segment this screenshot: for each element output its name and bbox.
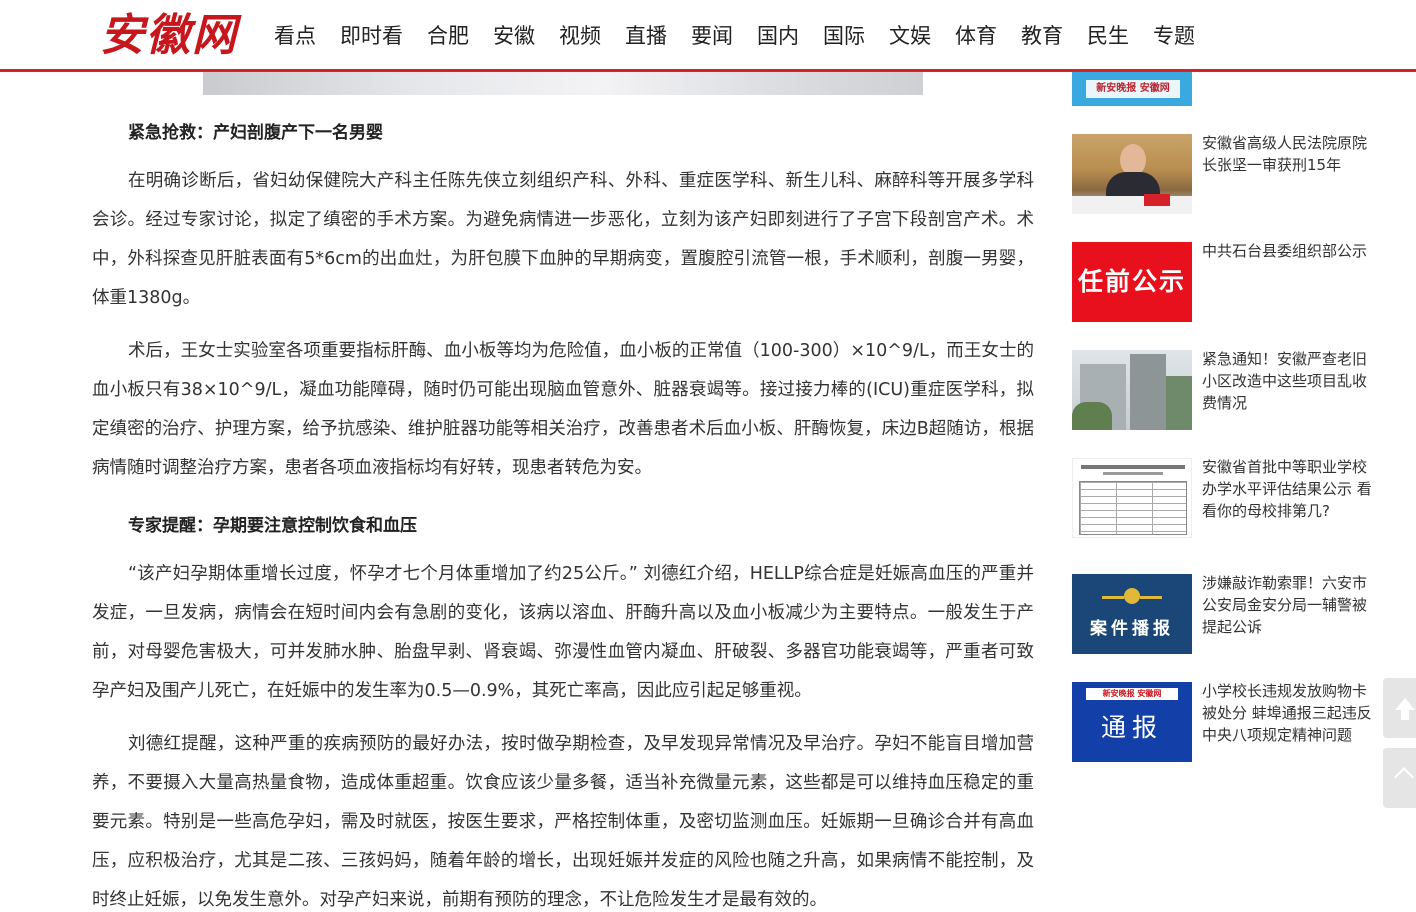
news-thumbnail[interactable]	[1072, 350, 1192, 430]
news-thumbnail[interactable]	[1072, 458, 1192, 538]
paragraph: 在明确诊断后，省妇幼保健院大产科主任陈先侠立刻组织产科、外科、重症医学科、新生儿…	[92, 171, 1034, 308]
article-image	[203, 72, 923, 95]
news-link[interactable]: 涉嫌敲诈勒索罪！六安市公安局金安分局一辅警被提起公诉	[1202, 572, 1372, 638]
news-thumbnail[interactable]: 新安晚报 安徽网	[1072, 72, 1192, 106]
news-thumbnail[interactable]: 任前公示	[1072, 242, 1192, 322]
thumb-band: 新安晚报 安徽网	[1086, 688, 1178, 700]
paragraph: 刘德红提醒，这种严重的疾病预防的最好办法，按时做孕期检查，及早发现异常情况及早治…	[92, 734, 1034, 910]
chevron-up-icon	[1394, 767, 1414, 787]
nav-item-entertainment[interactable]: 文娱	[889, 18, 931, 54]
paragraph: “该产妇孕期体重增长过度，怀孕才七个月体重增加了约25公斤。” 刘德红介绍，HE…	[92, 564, 1034, 701]
news-item[interactable]: 安徽省高级人民法院原院长张坚一审获刑15年	[1072, 134, 1372, 216]
main-nav: 看点 即时看 合肥 安徽 视频 直播 要闻 国内 国际 文娱 体育 教育 民生 …	[262, 18, 1207, 54]
nav-item-yaowen[interactable]: 要闻	[691, 18, 733, 54]
news-link[interactable]: 中共石台县委组织部公示	[1202, 240, 1372, 262]
paragraph: 术后，王女士实验室各项重要指标肝酶、血小板等均为危险值，血小板的正常值（100-…	[92, 341, 1034, 478]
news-item[interactable]: 任前公示 中共石台县委组织部公示	[1072, 242, 1372, 324]
nav-item-domestic[interactable]: 国内	[757, 18, 799, 54]
nav-item-video[interactable]: 视频	[559, 18, 601, 54]
news-item[interactable]: 案件播报 涉嫌敲诈勒索罪！六安市公安局金安分局一辅警被提起公诉	[1072, 574, 1372, 656]
news-link[interactable]: 紧急通知！安徽严查老旧小区改造中这些项目乱收费情况	[1202, 348, 1372, 414]
nav-item-livelihood[interactable]: 民生	[1087, 18, 1129, 54]
nav-item-hefei[interactable]: 合肥	[427, 18, 469, 54]
nav-item-sports[interactable]: 体育	[955, 18, 997, 54]
police-emblem-icon	[1124, 588, 1140, 604]
news-link[interactable]: 小学校长违规发放购物卡被处分 蚌埠通报三起违反中央八项规定精神问题	[1202, 680, 1372, 746]
news-link[interactable]: 安徽省首批中等职业学校办学水平评估结果公示 看看你的母校排第几?	[1202, 456, 1372, 522]
nav-item-topics[interactable]: 专题	[1153, 18, 1195, 54]
scroll-up-button[interactable]	[1383, 748, 1416, 808]
nav-item-live[interactable]: 直播	[625, 18, 667, 54]
thumb-label: 案件播报	[1090, 619, 1174, 639]
news-thumbnail[interactable]: 新安晚报 安徽网 通报	[1072, 682, 1192, 762]
news-link[interactable]: 安徽省高级人民法院原院长张坚一审获刑15年	[1202, 132, 1372, 176]
nav-item-jishikan[interactable]: 即时看	[340, 18, 403, 54]
nav-item-education[interactable]: 教育	[1021, 18, 1063, 54]
thumb-label: 通报	[1100, 713, 1163, 742]
nav-item-international[interactable]: 国际	[823, 18, 865, 54]
site-logo[interactable]: 安徽网	[100, 8, 250, 64]
news-thumbnail[interactable]: 案件播报	[1072, 574, 1192, 654]
news-item[interactable]: 新安晚报 安徽网 通报 小学校长违规发放购物卡被处分 蚌埠通报三起违反中央八项规…	[1072, 682, 1372, 764]
nav-item-kandian[interactable]: 看点	[274, 18, 316, 54]
site-header: 安徽网 看点 即时看 合肥 安徽 视频 直播 要闻 国内 国际 文娱 体育 教育…	[0, 0, 1416, 72]
nav-item-anhui[interactable]: 安徽	[493, 18, 535, 54]
section-heading-rescue: 紧急抢救：产妇剖腹产下一名男婴	[128, 123, 383, 143]
news-item[interactable]: 紧急通知！安徽严查老旧小区改造中这些项目乱收费情况	[1072, 350, 1372, 432]
thumb-band: 新安晚报 安徽网	[1086, 80, 1180, 98]
thumb-label: 任前公示	[1077, 267, 1186, 296]
news-thumbnail[interactable]	[1072, 134, 1192, 214]
back-to-top-button[interactable]	[1383, 678, 1416, 738]
news-item[interactable]: 安徽省首批中等职业学校办学水平评估结果公示 看看你的母校排第几?	[1072, 458, 1372, 540]
section-heading-advice: 专家提醒：孕期要注意控制饮食和血压	[128, 516, 417, 536]
